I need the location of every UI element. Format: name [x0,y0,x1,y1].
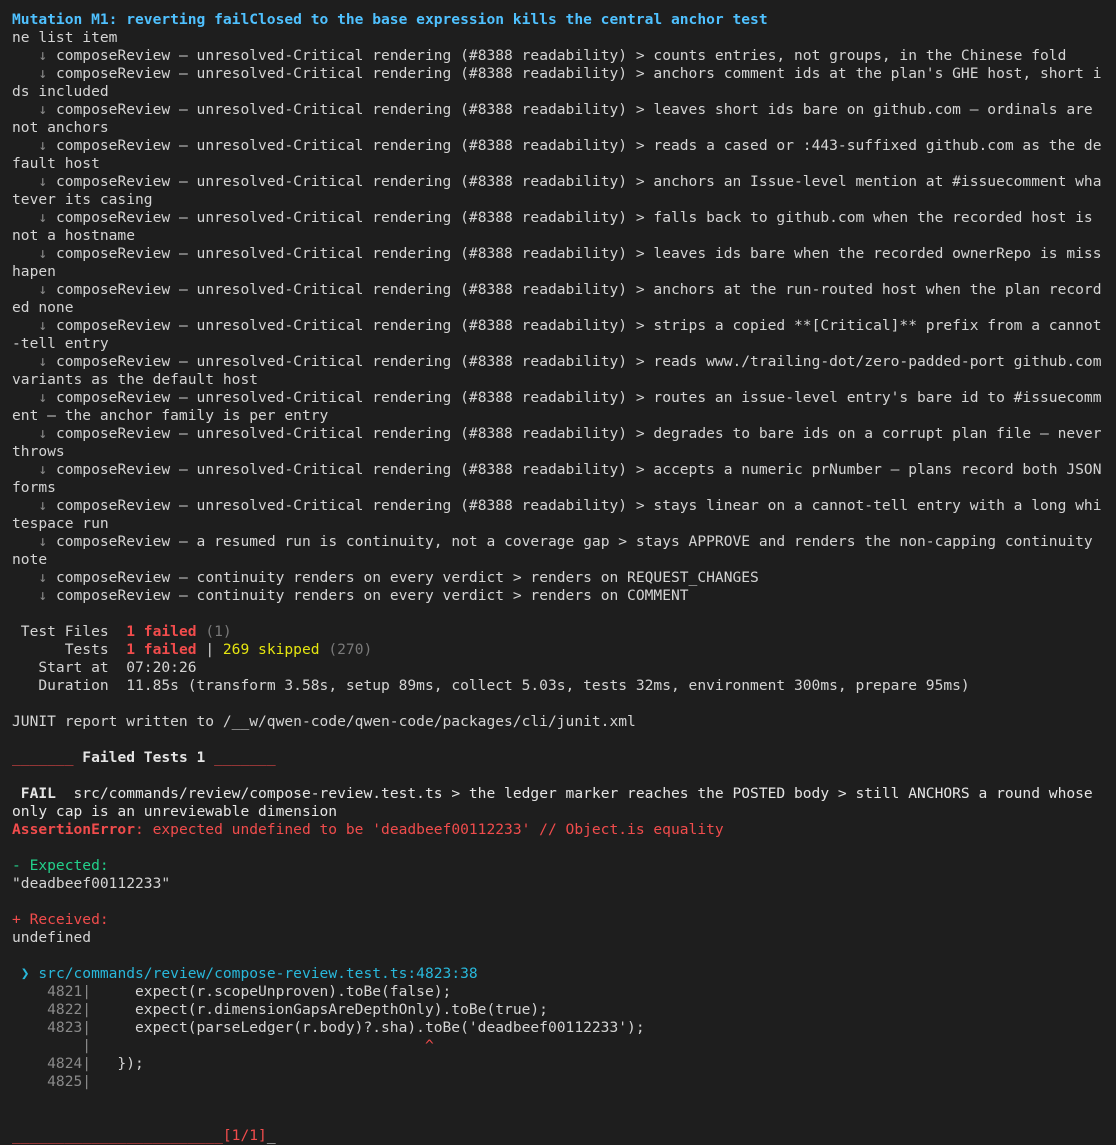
skipped-test-item: ↓ composeReview — unresolved-Critical re… [12,47,1104,65]
code-text: expect(r.dimensionGapsAreDepthOnly).toBe… [91,1001,548,1018]
summary-tests: Tests 1 failed | 269 skipped (270) [12,641,373,658]
code-line: 4823| expect(parseLedger(r.body)?.sha).t… [12,1019,1104,1037]
code-excerpt: 4821| expect(r.scopeUnproven).toBe(false… [12,983,1104,1091]
skipped-test-item: ↓ composeReview — unresolved-Critical re… [12,173,1104,209]
received-label: + Received: [12,911,109,928]
skipped-test-name: composeReview — continuity renders on ev… [55,569,759,586]
skipped-test-name: composeReview — a resumed run is continu… [12,533,1102,568]
skip-arrow-icon: ↓ [38,425,48,442]
tests-failed: 1 failed [126,641,197,658]
skipped-test-item: ↓ composeReview — unresolved-Critical re… [12,137,1104,173]
skip-arrow-icon: ↓ [38,569,48,586]
skip-arrow-icon: ↓ [38,47,48,64]
skip-arrow-icon: ↓ [38,533,48,550]
skip-arrow-icon: ↓ [38,461,48,478]
line-number: | [12,1037,92,1054]
source-location: ❯ src/commands/review/compose-review.tes… [12,965,1104,983]
line-number: 4821| [12,983,92,1000]
skipped-test-item: ↓ composeReview — unresolved-Critical re… [12,425,1104,461]
skip-arrow-icon: ↓ [38,65,48,82]
skipped-test-name: composeReview — unresolved-Critical rend… [12,317,1102,352]
skipped-test-name: composeReview — unresolved-Critical rend… [12,389,1102,424]
skipped-test-item: ↓ composeReview — unresolved-Critical re… [12,461,1104,497]
skipped-test-name: composeReview — unresolved-Critical rend… [12,353,1111,388]
footer-counter: ________________________[1/1]_ [12,1127,276,1144]
skipped-test-name: composeReview — unresolved-Critical rend… [12,281,1102,316]
skip-arrow-icon: ↓ [38,353,48,370]
skipped-test-list: ↓ composeReview — unresolved-Critical re… [12,47,1104,605]
line-number: 4824| [12,1055,92,1072]
skip-arrow-icon: ↓ [38,245,48,262]
source-location-link[interactable]: src/commands/review/compose-review.test.… [38,965,477,982]
terminal-output: Mutation M1: reverting failClosed to the… [0,0,1116,1145]
skipped-test-item: ↓ composeReview — unresolved-Critical re… [12,353,1104,389]
failed-test-path: src/commands/review/compose-review.test.… [12,785,1102,820]
skip-arrow-icon: ↓ [38,587,48,604]
line-number: 4825| [12,1073,92,1090]
skipped-test-name: composeReview — unresolved-Critical rend… [12,497,1102,532]
skipped-test-item: ↓ composeReview — unresolved-Critical re… [12,281,1104,317]
fail-line: FAIL src/commands/review/compose-review.… [12,785,1104,821]
skipped-test-item: ↓ composeReview — unresolved-Critical re… [12,245,1104,281]
code-line: | ^ [12,1037,1104,1055]
received-value: undefined [12,929,92,946]
skip-arrow-icon: ↓ [38,209,48,226]
line-number: 4822| [12,1001,92,1018]
tests-skipped: 269 skipped [222,641,320,658]
skipped-test-name: composeReview — continuity renders on ev… [55,587,689,604]
assertion-error: AssertionError: expected undefined to be… [12,821,724,838]
skip-arrow-icon: ↓ [38,173,48,190]
skip-arrow-icon: ↓ [38,101,48,118]
skipped-test-item: ↓ composeReview — unresolved-Critical re… [12,317,1104,353]
mutation-title: Mutation M1: reverting failClosed to the… [12,11,768,28]
skipped-test-item: ↓ composeReview — unresolved-Critical re… [12,65,1104,101]
junit-report-line: JUNIT report written to /__w/qwen-code/q… [12,713,636,730]
code-text: }); [91,1055,144,1072]
skip-arrow-icon: ↓ [38,389,48,406]
fail-badge: FAIL [12,785,65,802]
skip-arrow-icon: ↓ [38,281,48,298]
expected-label: - Expected: [12,857,109,874]
expected-value: "deadbeef00112233" [12,875,171,892]
skipped-test-name: composeReview — unresolved-Critical rend… [12,173,1102,208]
skipped-test-item: ↓ composeReview — continuity renders on … [12,587,1104,605]
skip-arrow-icon: ↓ [38,497,48,514]
skipped-test-name: composeReview — unresolved-Critical rend… [12,137,1102,172]
code-line: 4822| expect(r.dimensionGapsAreDepthOnly… [12,1001,1104,1019]
code-text: expect(parseLedger(r.body)?.sha).toBe('d… [91,1019,645,1036]
skipped-test-name: composeReview — unresolved-Critical rend… [12,245,1102,280]
code-line: 4821| expect(r.scopeUnproven).toBe(false… [12,983,1104,1001]
code-line: 4824| }); [12,1055,1104,1073]
chevron-right-icon: ❯ [12,965,39,982]
failed-tests-header: _______ Failed Tests 1 _______ [12,749,276,766]
skipped-test-item: ↓ composeReview — continuity renders on … [12,569,1104,587]
error-caret: ^ [91,1037,434,1054]
summary-duration: Duration 11.85s (transform 3.58s, setup … [12,677,970,694]
test-files-failed: 1 failed [126,623,197,640]
skipped-test-item: ↓ composeReview — unresolved-Critical re… [12,389,1104,425]
continuation-line: ne list item [12,29,118,46]
summary-start: Start at 07:20:26 [12,659,197,676]
skipped-test-name: composeReview — unresolved-Critical rend… [12,101,1102,136]
skipped-test-name: composeReview — unresolved-Critical rend… [12,461,1111,496]
skip-arrow-icon: ↓ [38,137,48,154]
skipped-test-item: ↓ composeReview — a resumed run is conti… [12,533,1104,569]
line-number: 4823| [12,1019,92,1036]
skipped-test-item: ↓ composeReview — unresolved-Critical re… [12,497,1104,533]
skip-arrow-icon: ↓ [38,317,48,334]
skipped-test-item: ↓ composeReview — unresolved-Critical re… [12,209,1104,245]
summary-test-files: Test Files 1 failed (1) [12,623,232,640]
skipped-test-name: composeReview — unresolved-Critical rend… [12,209,1102,244]
code-text: expect(r.scopeUnproven).toBe(false); [91,983,452,1000]
skipped-test-name: composeReview — unresolved-Critical rend… [55,47,1067,64]
skipped-test-name: composeReview — unresolved-Critical rend… [12,425,1111,460]
skipped-test-item: ↓ composeReview — unresolved-Critical re… [12,101,1104,137]
code-line: 4825| [12,1073,1104,1091]
skipped-test-name: composeReview — unresolved-Critical rend… [12,65,1102,100]
